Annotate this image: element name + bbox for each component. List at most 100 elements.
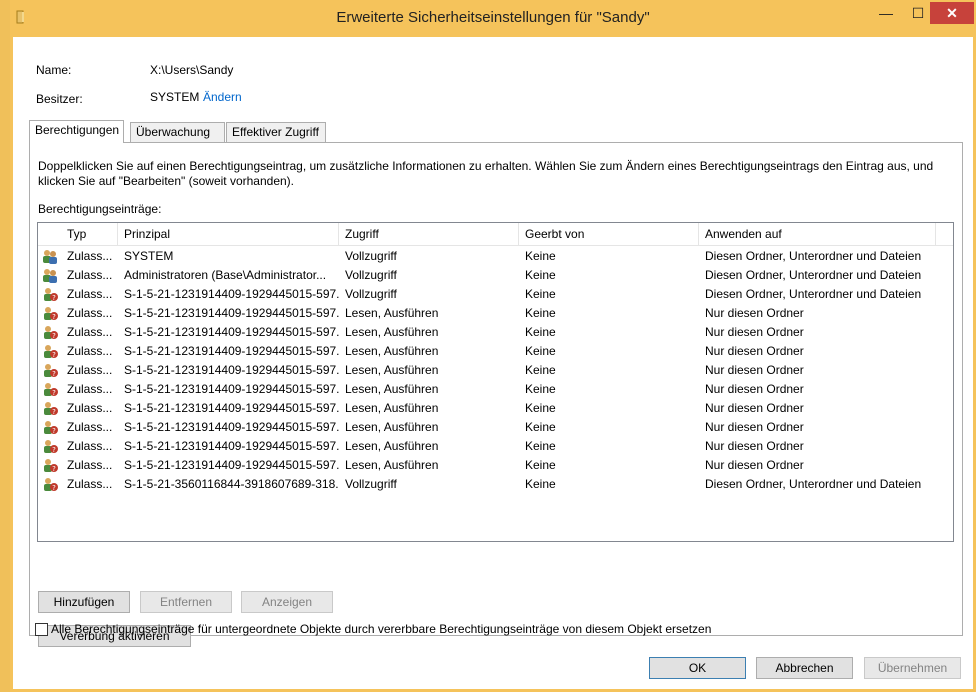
cell-principal: S-1-5-21-3560116844-3918607689-318... [124, 477, 339, 491]
users-group-icon [42, 249, 58, 264]
cancel-button[interactable]: Abbrechen [756, 657, 853, 679]
cell-inherited-from: Keine [525, 458, 556, 472]
cell-access: Lesen, Ausführen [345, 420, 439, 434]
cell-inherited-from: Keine [525, 344, 556, 358]
cell-inherited-from: Keine [525, 401, 556, 415]
unknown-user-icon: ? [42, 287, 58, 302]
cell-type: Zulass... [67, 439, 113, 453]
cell-principal: S-1-5-21-1231914409-1929445015-597... [124, 420, 339, 434]
replace-permissions-label[interactable]: Alle Berechtigungseinträge für untergeor… [51, 622, 711, 636]
svg-text:?: ? [52, 332, 56, 340]
svg-text:?: ? [52, 389, 56, 397]
cell-principal: S-1-5-21-1231914409-1929445015-597... [124, 306, 339, 320]
column-header-type[interactable]: Typ [61, 223, 118, 245]
add-button[interactable]: Hinzufügen [38, 591, 130, 613]
unknown-user-icon: ? [42, 458, 58, 473]
minimize-button[interactable]: — [872, 2, 900, 24]
svg-text:?: ? [52, 351, 56, 359]
table-row[interactable]: ? Zulass... S-1-5-21-1231914409-1929445015… [38, 418, 953, 437]
column-header-applies-to[interactable]: Anwenden auf [699, 223, 936, 245]
cell-inherited-from: Keine [525, 268, 556, 282]
cell-applies-to: Nur diesen Ordner [705, 382, 804, 396]
table-row[interactable]: Zulass... Administratoren (Base\Administr… [38, 266, 953, 285]
cell-access: Vollzugriff [345, 268, 397, 282]
cell-inherited-from: Keine [525, 287, 556, 301]
maximize-button[interactable]: ☐ [904, 2, 932, 24]
tab-auditing[interactable]: Überwachung [130, 122, 225, 142]
cell-access: Vollzugriff [345, 287, 397, 301]
cell-access: Vollzugriff [345, 249, 397, 263]
unknown-user-icon: ? [42, 306, 58, 321]
table-row[interactable]: ? Zulass... S-1-5-21-3560116844-3918607689… [38, 475, 953, 494]
cell-applies-to: Nur diesen Ordner [705, 306, 804, 320]
cell-principal: S-1-5-21-1231914409-1929445015-597... [124, 401, 339, 415]
entries-label: Berechtigungseinträge: [38, 202, 162, 216]
cell-access: Lesen, Ausführen [345, 458, 439, 472]
column-header-principal[interactable]: Prinzipal [118, 223, 339, 245]
ok-button[interactable]: OK [649, 657, 746, 679]
cell-inherited-from: Keine [525, 363, 556, 377]
owner-label: Besitzer: [36, 92, 83, 106]
table-row[interactable]: Zulass... SYSTEM Vollzugriff Keine Diesen Or… [38, 247, 953, 266]
cell-type: Zulass... [67, 306, 113, 320]
column-header-access[interactable]: Zugriff [339, 223, 519, 245]
table-row[interactable]: ? Zulass... S-1-5-21-1231914409-1929445015… [38, 304, 953, 323]
cell-type: Zulass... [67, 477, 113, 491]
cell-inherited-from: Keine [525, 477, 556, 491]
cell-principal: S-1-5-21-1231914409-1929445015-597... [124, 287, 339, 301]
cell-applies-to: Diesen Ordner, Unterordner und Dateien [705, 477, 922, 491]
unknown-user-icon: ? [42, 363, 58, 378]
table-row[interactable]: ? Zulass... S-1-5-21-1231914409-1929445015… [38, 342, 953, 361]
change-owner-link[interactable]: Ändern [203, 90, 242, 104]
cell-type: Zulass... [67, 287, 113, 301]
view-button[interactable]: Anzeigen [241, 591, 333, 613]
table-row[interactable]: ? Zulass... S-1-5-21-1231914409-1929445015… [38, 456, 953, 475]
name-value: X:\Users\Sandy [150, 63, 234, 77]
table-row[interactable]: ? Zulass... S-1-5-21-1231914409-1929445015… [38, 399, 953, 418]
table-row[interactable]: ? Zulass... S-1-5-21-1231914409-1929445015… [38, 361, 953, 380]
replace-permissions-checkbox[interactable] [35, 623, 48, 636]
unknown-user-icon: ? [42, 401, 58, 416]
cell-principal: Administratoren (Base\Administrator... [124, 268, 327, 282]
table-row[interactable]: ? Zulass... S-1-5-21-1231914409-1929445015… [38, 437, 953, 456]
cell-applies-to: Nur diesen Ordner [705, 439, 804, 453]
apply-button[interactable]: Übernehmen [864, 657, 961, 679]
svg-text:?: ? [52, 427, 56, 435]
tab-effective-access[interactable]: Effektiver Zugriff [226, 122, 326, 142]
unknown-user-icon: ? [42, 325, 58, 340]
remove-button[interactable]: Entfernen [140, 591, 232, 613]
cell-applies-to: Diesen Ordner, Unterordner und Dateien [705, 268, 922, 282]
svg-text:?: ? [52, 294, 56, 302]
cell-inherited-from: Keine [525, 325, 556, 339]
tab-permissions[interactable]: Berechtigungen [29, 120, 124, 143]
title-bar[interactable]: Erweiterte Sicherheitseinstellungen für … [10, 0, 976, 36]
close-button[interactable]: ✕ [930, 2, 974, 24]
cell-access: Lesen, Ausführen [345, 439, 439, 453]
column-header-inherited-from[interactable]: Geerbt von [519, 223, 699, 245]
cell-type: Zulass... [67, 458, 113, 472]
name-label: Name: [36, 63, 72, 77]
dialog-client-area: Name: X:\Users\Sandy Besitzer: SYSTEM Än… [13, 37, 973, 689]
table-row[interactable]: ? Zulass... S-1-5-21-1231914409-1929445015… [38, 323, 953, 342]
cell-type: Zulass... [67, 382, 113, 396]
permission-entries-list[interactable]: Typ Prinzipal Zugriff Geerbt von Anwende… [37, 222, 954, 542]
cell-access: Lesen, Ausführen [345, 325, 439, 339]
cell-principal: SYSTEM [124, 249, 174, 263]
svg-text:?: ? [52, 446, 56, 454]
cell-access: Lesen, Ausführen [345, 363, 439, 377]
svg-text:?: ? [52, 408, 56, 416]
window-title: Erweiterte Sicherheitseinstellungen für … [336, 9, 650, 26]
cell-applies-to: Nur diesen Ordner [705, 401, 804, 415]
cell-applies-to: Nur diesen Ordner [705, 420, 804, 434]
cell-access: Lesen, Ausführen [345, 306, 439, 320]
cell-type: Zulass... [67, 325, 113, 339]
cell-principal: S-1-5-21-1231914409-1929445015-597... [124, 458, 339, 472]
table-row[interactable]: ? Zulass... S-1-5-21-1231914409-1929445015… [38, 380, 953, 399]
permissions-tab-panel: Doppelklicken Sie auf einen Berechtigung… [29, 142, 963, 647]
cell-principal: S-1-5-21-1231914409-1929445015-597... [124, 363, 339, 377]
cell-inherited-from: Keine [525, 249, 556, 263]
cell-inherited-from: Keine [525, 306, 556, 320]
cell-access: Lesen, Ausführen [345, 344, 439, 358]
table-row[interactable]: ? Zulass... S-1-5-21-1231914409-1929445015… [38, 285, 953, 304]
cell-applies-to: Nur diesen Ordner [705, 325, 804, 339]
